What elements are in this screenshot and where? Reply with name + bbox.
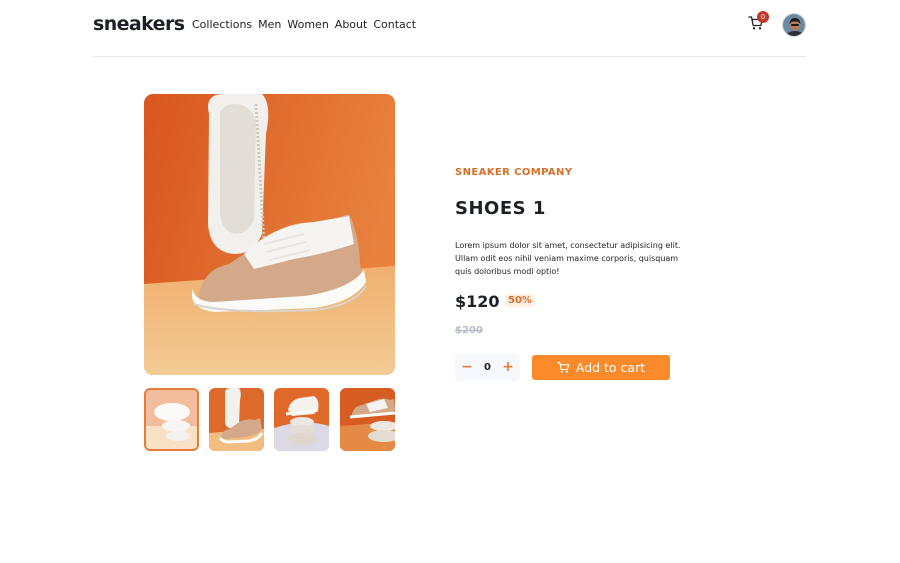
discount-badge: 50% — [505, 294, 535, 307]
thumbnail-2[interactable] — [209, 388, 264, 451]
original-price: $200 — [455, 325, 483, 336]
nav-contact[interactable]: Contact — [373, 18, 416, 31]
nav-men[interactable]: Men — [258, 18, 281, 31]
cart-icon — [557, 362, 570, 373]
product-title: SHOES 1 — [455, 198, 546, 219]
company-name: SNEAKER COMPANY — [455, 167, 573, 178]
quantity-stepper: − 0 + — [455, 354, 520, 381]
main-nav: Collections Men Women About Contact — [192, 18, 416, 31]
site-header: sneakers Collections Men Women About Con… — [93, 0, 806, 57]
quantity-value: 0 — [484, 362, 491, 373]
thumbnail-4[interactable] — [340, 388, 395, 451]
cart-count-badge: 0 — [757, 11, 769, 23]
avatar[interactable] — [782, 13, 806, 37]
add-to-cart-label: Add to cart — [575, 360, 646, 375]
current-price: $120 — [455, 292, 500, 311]
thumbnail-1[interactable] — [144, 388, 199, 451]
nav-women[interactable]: Women — [287, 18, 328, 31]
add-to-cart-button[interactable]: Add to cart — [532, 355, 670, 380]
product-main-image[interactable] — [144, 94, 395, 375]
nav-about[interactable]: About — [335, 18, 368, 31]
nav-collections[interactable]: Collections — [192, 18, 252, 31]
increase-quantity-button[interactable]: + — [498, 354, 518, 381]
thumbnail-3[interactable] — [274, 388, 329, 451]
decrease-quantity-button[interactable]: − — [457, 354, 477, 381]
product-description: Lorem ipsum dolor sit amet, consectetur … — [455, 241, 681, 276]
logo[interactable]: sneakers — [93, 13, 185, 35]
